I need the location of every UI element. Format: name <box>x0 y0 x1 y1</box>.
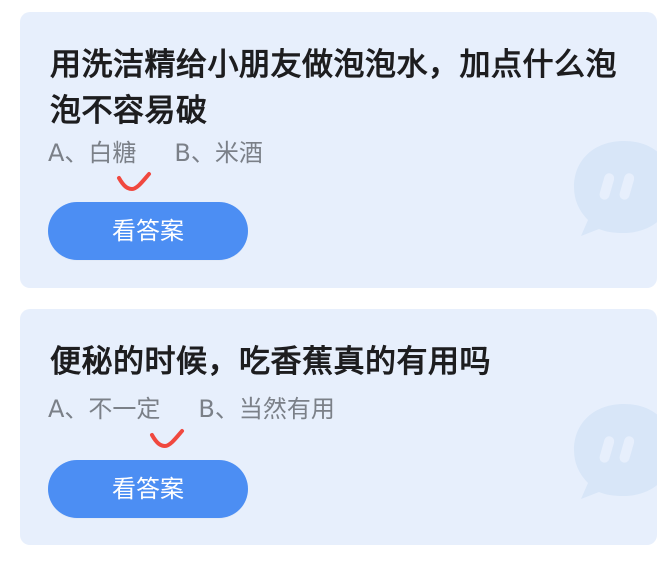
question-text: 用洗洁精给小朋友做泡泡水，加点什么泡泡不容易破 <box>50 47 617 129</box>
answer-options: A、白糖 B、米酒 <box>48 138 263 168</box>
question-text: 便秘的时候，吃香蕉真的有用吗 <box>50 344 491 380</box>
quiz-card-banana: 便秘的时候，吃香蕉真的有用吗 A、不一定 B、当然有用 看答案 <box>20 309 657 545</box>
red-check-mark-icon <box>117 172 151 191</box>
view-answer-button[interactable]: 看答案 <box>48 202 248 260</box>
option-a[interactable]: A、白糖 <box>48 138 136 168</box>
answer-options: A、不一定 B、当然有用 <box>48 394 335 424</box>
option-a[interactable]: A、不一定 <box>48 394 160 424</box>
red-check-mark-icon <box>150 429 184 448</box>
quiz-page: 用洗洁精给小朋友做泡泡水，加点什么泡泡不容易破 A、白糖 B、米酒 看答案 便秘… <box>0 0 670 566</box>
quiz-card-sugar: 用洗洁精给小朋友做泡泡水，加点什么泡泡不容易破 A、白糖 B、米酒 看答案 <box>20 12 657 288</box>
chat-bubble-icon <box>574 141 657 236</box>
option-b[interactable]: B、米酒 <box>174 138 262 168</box>
chat-bubble-icon <box>574 404 657 499</box>
option-b[interactable]: B、当然有用 <box>198 394 334 424</box>
view-answer-button[interactable]: 看答案 <box>48 460 248 518</box>
